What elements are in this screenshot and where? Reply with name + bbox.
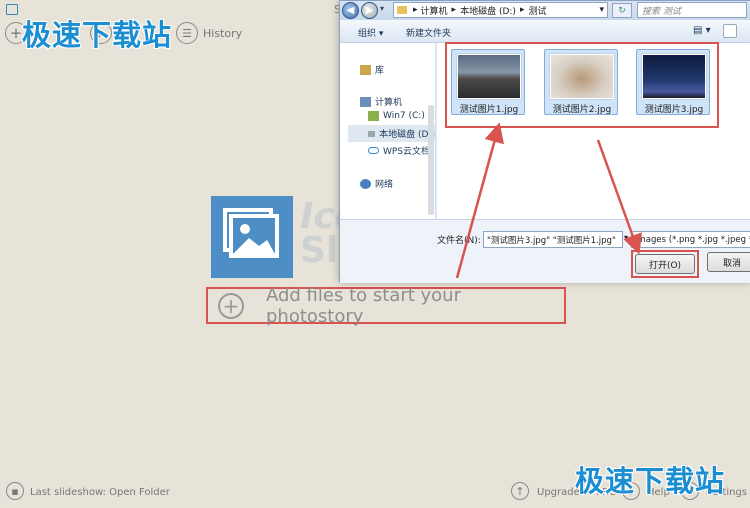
nav-item-computer[interactable]: 计算机 [360,95,402,108]
dialog-footer: 文件名(N): "测试图片3.jpg" "测试图片1.jpg" ▾ Images… [340,219,750,283]
nav-scrollbar[interactable] [428,105,434,215]
organize-menu[interactable]: 组织 ▾ [358,26,383,39]
folder-icon [397,6,407,14]
view-icon[interactable]: ▤ ▾ [693,25,711,36]
drive-icon [368,130,376,137]
nav-item-wps[interactable]: WPS云文档 [368,144,430,157]
back-icon[interactable]: ◀ [342,2,359,19]
folder-icon[interactable]: ▪ [6,482,24,500]
watermark-top: 极速下载站 [22,18,173,52]
new-folder-button[interactable]: 新建文件夹 [406,26,451,39]
refresh-icon[interactable]: ↻ [612,3,632,18]
history-button[interactable]: History [203,27,242,40]
preview-pane-icon[interactable] [723,24,737,38]
address-bar-row: ◀ ▶ ▾ ▸ 计算机 ▸ 本地磁盘 (D:) ▸ 测试 ▾ ↻ 搜索 测试 [340,1,750,20]
nav-item-local-disk[interactable]: 本地磁盘 (D:) [348,125,435,142]
add-files-label: Add files to start your photostory [265,284,461,327]
command-bar: 组织 ▾ 新建文件夹 ▤ ▾ [340,20,750,43]
cancel-button[interactable]: 取消 [707,252,750,272]
open-button-highlight: 打开(O) [631,250,699,278]
last-slideshow-link[interactable]: Last slideshow: Open Folder [30,487,170,498]
upgrade-icon[interactable]: ↑ [511,482,529,500]
network-icon [360,178,371,189]
open-button[interactable]: 打开(O) [635,254,695,274]
recent-dropdown-icon[interactable]: ▾ [380,4,384,13]
app-logo [211,196,293,278]
filetype-select[interactable]: Images (*.png *.jpg *.jpeg * [631,231,750,248]
history-icon[interactable]: ☰ [176,22,198,44]
address-field[interactable]: ▸ 计算机 ▸ 本地磁盘 (D:) ▸ 测试 ▾ [393,2,608,18]
plus-icon: + [218,292,244,319]
filename-dropdown-icon[interactable]: ▾ [624,233,628,242]
computer-icon [360,96,371,107]
search-input[interactable]: 搜索 测试 [637,2,747,18]
nav-item-library[interactable]: 库 [360,63,384,76]
drive-icon [368,111,379,121]
nav-item-network[interactable]: 网络 [360,177,393,190]
nav-item-win7[interactable]: Win7 (C:) [368,111,425,121]
navigation-pane: 库 计算机 Win7 (C:) 本地磁盘 (D:) WPS云文档 网络 [340,43,436,219]
filename-label: 文件名(N): [437,236,481,246]
selection-highlight [445,42,719,128]
photo-icon [223,208,279,258]
add-files-button[interactable]: + Add files to start your photostory [206,284,566,327]
cloud-icon [368,147,379,154]
watermark-bottom: 极速下载站 [575,464,726,498]
breadcrumb-computer[interactable]: 计算机 [421,4,448,17]
app-icon [6,4,18,15]
library-icon [360,64,371,75]
forward-icon[interactable]: ▶ [361,2,378,19]
filename-input[interactable]: "测试图片3.jpg" "测试图片1.jpg" [483,231,623,248]
breadcrumb-disk[interactable]: 本地磁盘 (D:) [460,4,516,17]
breadcrumb-test[interactable]: 测试 [528,4,546,17]
